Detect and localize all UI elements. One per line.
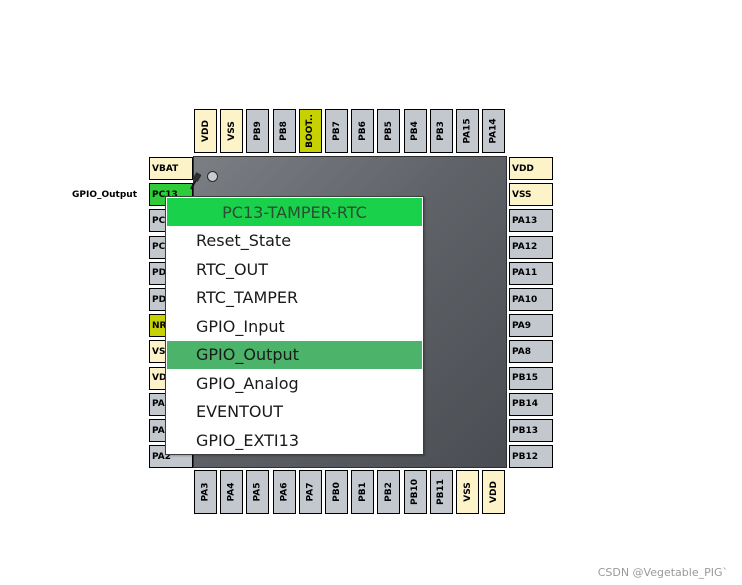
pin-pa9[interactable]: PA9 [509, 314, 553, 338]
pin-label: PA10 [512, 294, 538, 305]
pin-label: VDD [512, 163, 534, 174]
pin-label: PA4 [226, 482, 237, 502]
pin-pa7[interactable]: PA7 [298, 470, 322, 514]
pin-label: PB12 [512, 451, 538, 462]
pin-pb6[interactable]: PB6 [351, 109, 375, 153]
pin-label: PA6 [279, 482, 290, 502]
pin-label: PA11 [512, 268, 538, 279]
pin-pb9[interactable]: PB9 [246, 109, 270, 153]
pin-label: PA14 [488, 118, 499, 144]
pin-label: PB11 [436, 479, 447, 505]
pin-context-menu: PC13-TAMPER-RTC Reset_State RTC_OUT RTC_TA… [165, 196, 424, 455]
pin-label: VDD [488, 481, 499, 503]
pin-label: VSS [462, 482, 473, 502]
pin-pa11[interactable]: PA11 [509, 261, 553, 285]
pin-vdd[interactable]: VDD [509, 157, 553, 180]
pin-vss[interactable]: VSS [509, 183, 553, 207]
pin-pb7[interactable]: PB7 [325, 109, 348, 153]
pin-label: PB8 [279, 121, 290, 141]
pin-label: PB5 [383, 121, 394, 141]
menu-item-rtc-out[interactable]: RTC_OUT [167, 255, 422, 283]
pin-pa3[interactable]: PA3 [194, 470, 217, 514]
menu-item-eventout[interactable]: EVENTOUT [167, 398, 422, 426]
pin-pb0[interactable]: PB0 [325, 470, 348, 514]
menu-item-rtc-tamper[interactable]: RTC_TAMPER [167, 284, 422, 312]
pin-pb13[interactable]: PB13 [509, 419, 553, 442]
pin-pb8[interactable]: PB8 [272, 109, 296, 153]
pin1-marker-icon [207, 171, 218, 182]
pin-label: VDD [200, 120, 211, 142]
pin-pb10[interactable]: PB10 [403, 470, 427, 514]
pin-pb12[interactable]: PB12 [509, 445, 553, 469]
pin-label: PB2 [383, 482, 394, 502]
pin-label: PA3 [200, 482, 211, 502]
pin-label: PA15 [462, 118, 473, 144]
pin-pb15[interactable]: PB15 [509, 366, 553, 390]
pin-label: PA9 [512, 320, 531, 331]
pin-pa14[interactable]: PA14 [482, 109, 506, 153]
pin-vbat[interactable]: VBAT [149, 157, 193, 180]
pin-vss[interactable]: VSS [220, 109, 244, 153]
context-menu-title: PC13-TAMPER-RTC [167, 198, 422, 226]
pin-label: PB9 [252, 121, 263, 141]
watermark: CSDN @Vegetable_PIG` [597, 566, 728, 579]
pin-pb3[interactable]: PB3 [429, 109, 453, 153]
pinout-view: VDD VSS PB9 PB8 BOOT.. PB7 PB6 PB5 PB4 PB3 PA15 PA1… [0, 0, 742, 585]
pin-label: PB10 [410, 479, 421, 505]
menu-item-gpio-input[interactable]: GPIO_Input [167, 312, 422, 340]
pin-label: PA13 [512, 215, 538, 226]
pin-label: PB1 [357, 482, 368, 502]
pin-vdd[interactable]: VDD [482, 470, 506, 514]
pin-label: PB7 [331, 121, 342, 141]
pin-pa15[interactable]: PA15 [456, 109, 479, 153]
pin-pa6[interactable]: PA6 [272, 470, 296, 514]
pin-signal-label: GPIO_Output [72, 190, 137, 200]
pin-label: PB0 [331, 482, 342, 502]
pin-label: PB15 [512, 373, 538, 384]
pin-label: PB3 [436, 121, 447, 141]
pin-pb14[interactable]: PB14 [509, 392, 553, 416]
pin-pb4[interactable]: PB4 [403, 109, 427, 153]
pin-pb5[interactable]: PB5 [377, 109, 401, 153]
pushpin-icon [190, 172, 202, 190]
pin-pa4[interactable]: PA4 [220, 470, 244, 514]
pin-boot[interactable]: BOOT.. [298, 109, 322, 153]
pin-pb11[interactable]: PB11 [429, 470, 453, 514]
pin-label: PA7 [305, 482, 316, 502]
pin-label: PA8 [512, 346, 531, 357]
pin-label: PB6 [357, 121, 368, 141]
pin-label: VSS [226, 121, 237, 141]
menu-item-reset-state[interactable]: Reset_State [167, 227, 422, 255]
pin-label: PB13 [512, 425, 538, 436]
pin-vdd[interactable]: VDD [194, 109, 217, 153]
pin-pa12[interactable]: PA12 [509, 235, 553, 259]
pin-pa13[interactable]: PA13 [509, 209, 553, 233]
pin-pa10[interactable]: PA10 [509, 288, 553, 311]
pin-pb2[interactable]: PB2 [377, 470, 401, 514]
pin-pa5[interactable]: PA5 [246, 470, 270, 514]
pin-label: VBAT [152, 163, 179, 174]
pin-label: PB14 [512, 399, 538, 410]
pin-label: BOOT.. [305, 114, 316, 148]
menu-item-gpio-analog[interactable]: GPIO_Analog [167, 369, 422, 397]
pin-label: PA12 [512, 242, 538, 253]
pin-vss[interactable]: VSS [456, 470, 479, 514]
pin-label: VSS [512, 189, 532, 200]
pin-label: PA5 [252, 482, 263, 502]
menu-item-gpio-exti13[interactable]: GPIO_EXTI13 [167, 426, 422, 454]
pin-pa8[interactable]: PA8 [509, 340, 553, 364]
pin-label: PB4 [410, 121, 421, 141]
menu-item-gpio-output[interactable]: GPIO_Output [167, 340, 422, 369]
pin-pb1[interactable]: PB1 [351, 470, 375, 514]
